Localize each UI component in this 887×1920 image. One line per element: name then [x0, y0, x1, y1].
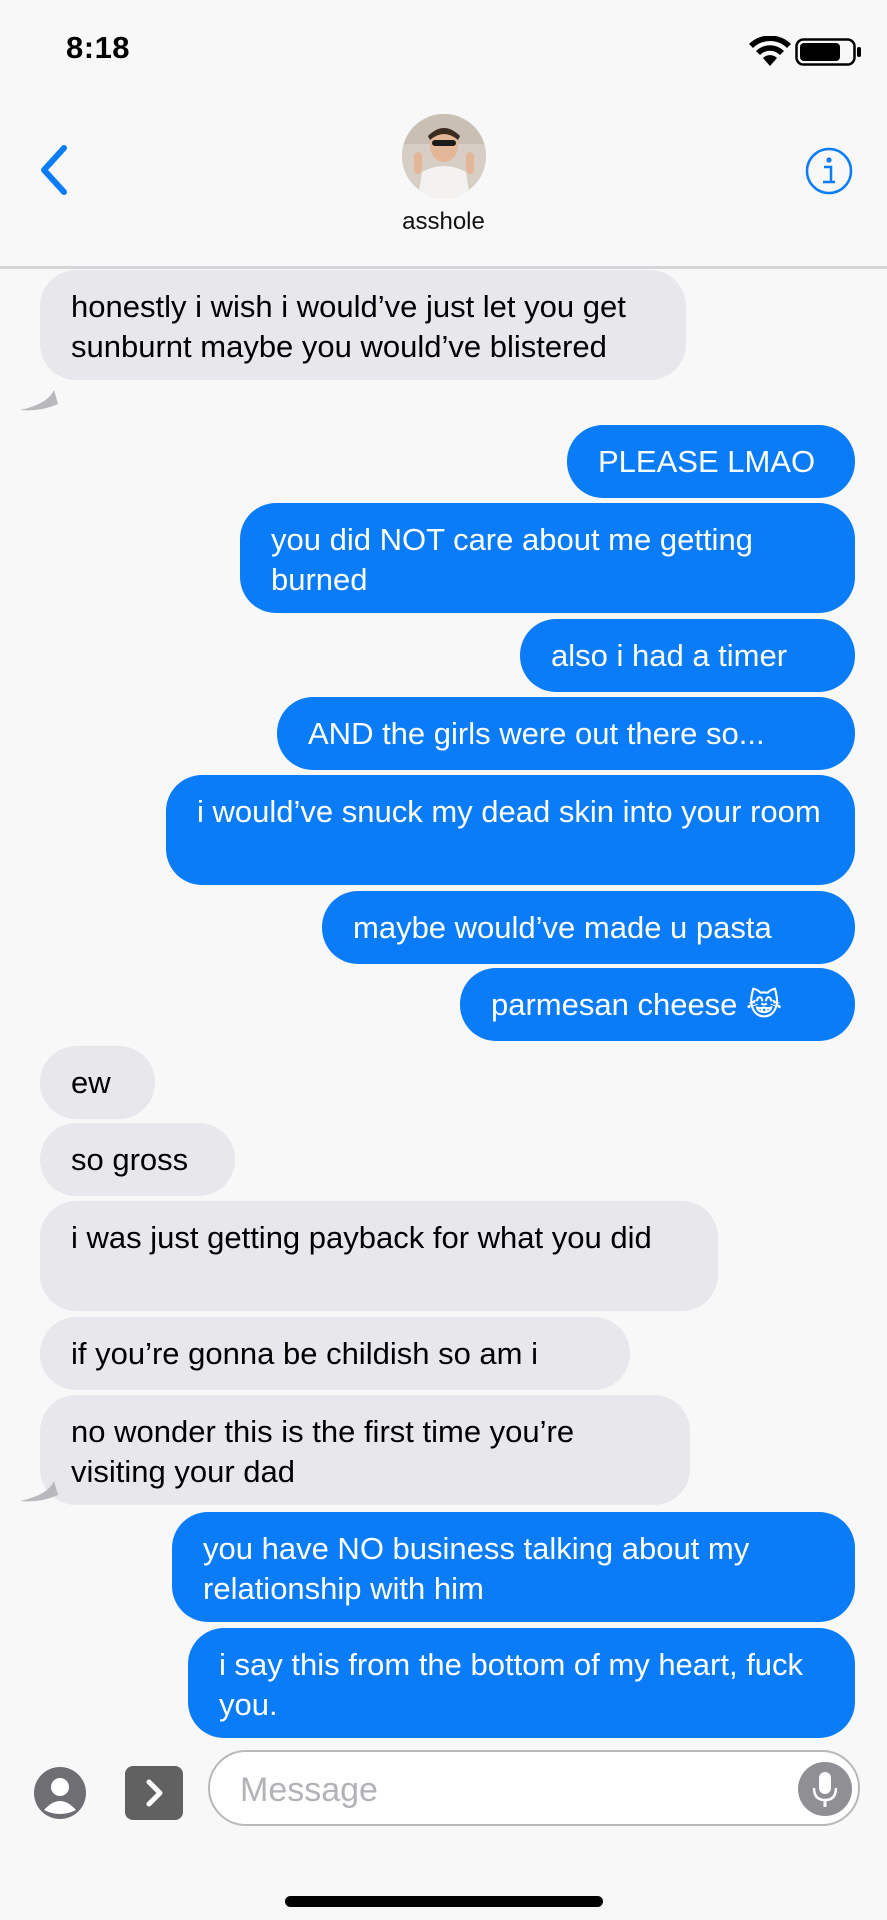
- status-bar: 8:18: [0, 0, 887, 100]
- avatar[interactable]: [402, 114, 486, 198]
- microphone-button[interactable]: [798, 1762, 852, 1816]
- message-bubble-incoming[interactable]: so gross: [40, 1123, 235, 1196]
- message-field[interactable]: [208, 1750, 860, 1826]
- home-indicator[interactable]: [285, 1896, 603, 1907]
- bubble-tail: [20, 390, 58, 411]
- bubble-tail: [20, 1481, 58, 1502]
- status-time: 8:18: [66, 30, 131, 65]
- message-bubble-outgoing[interactable]: i say this from the bottom of my heart, …: [188, 1628, 855, 1738]
- message-thread[interactable]: honestly i wish i would’ve just let you …: [0, 269, 887, 1739]
- message-bubble-incoming[interactable]: if you’re gonna be childish so am i: [40, 1317, 630, 1390]
- message-bubble-outgoing[interactable]: maybe would’ve made u pasta: [322, 891, 855, 964]
- message-bubble-incoming[interactable]: honestly i wish i would’ve just let you …: [40, 270, 686, 380]
- message-bubble-outgoing[interactable]: you have NO business talking about my re…: [172, 1512, 855, 1622]
- info-icon[interactable]: [804, 146, 854, 196]
- message-input[interactable]: [238, 1762, 782, 1818]
- message-bubble-incoming[interactable]: i was just getting payback for what you …: [40, 1201, 718, 1311]
- message-bubble-outgoing[interactable]: i would’ve snuck my dead skin into your …: [166, 775, 855, 885]
- avatar-photo: [402, 114, 486, 198]
- contact-name[interactable]: asshole: [0, 208, 887, 236]
- person-icon[interactable]: [33, 1766, 87, 1820]
- input-bar: [0, 1738, 887, 1920]
- message-bubble-outgoing[interactable]: you did NOT care about me getting burned: [240, 503, 855, 613]
- chevron-left-icon[interactable]: [34, 142, 74, 198]
- message-bubble-incoming[interactable]: ew: [40, 1046, 155, 1119]
- message-bubble-outgoing[interactable]: AND the girls were out there so...: [277, 697, 855, 770]
- battery-icon: [795, 38, 861, 66]
- wifi-icon: [749, 36, 791, 66]
- chevron-right-icon: [146, 1779, 163, 1807]
- message-bubble-outgoing[interactable]: also i had a timer: [520, 619, 855, 692]
- message-bubble-outgoing[interactable]: parmesan cheese 😹: [460, 968, 855, 1041]
- message-bubble-incoming[interactable]: no wonder this is the first time you’re …: [40, 1395, 690, 1505]
- message-bubble-outgoing[interactable]: PLEASE LMAO: [567, 425, 855, 498]
- apps-button[interactable]: [125, 1766, 183, 1820]
- microphone-icon: [812, 1772, 838, 1807]
- conversation-header: asshole: [0, 100, 887, 269]
